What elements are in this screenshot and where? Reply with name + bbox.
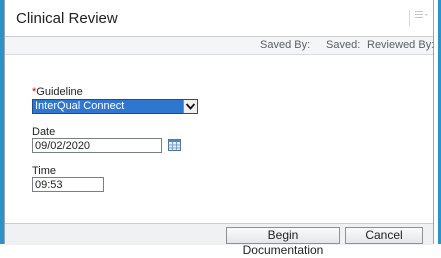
begin-documentation-button[interactable]: Begin Documentation bbox=[226, 227, 340, 257]
hamburger-menu-icon[interactable] bbox=[415, 8, 429, 26]
date-field[interactable]: 09/02/2020 bbox=[32, 138, 162, 153]
reviewed-by-label: Reviewed By: bbox=[367, 39, 435, 51]
chevron-down-icon[interactable] bbox=[183, 100, 197, 113]
guideline-label-text: Guideline bbox=[36, 86, 83, 98]
clinical-review-dialog: Clinical Review Saved By: Saved: Reviewe… bbox=[4, 0, 435, 257]
saved-label: Saved: bbox=[326, 39, 361, 51]
time-field-value: 09:53 bbox=[35, 179, 63, 191]
date-label: Date bbox=[32, 126, 56, 138]
cancel-button[interactable]: Cancel bbox=[345, 227, 423, 244]
header-divider bbox=[409, 10, 410, 26]
dialog-header: Clinical Review bbox=[5, 0, 433, 37]
date-field-value: 09/02/2020 bbox=[35, 140, 91, 152]
status-bar: Saved By: Saved: Reviewed By: bbox=[5, 37, 435, 55]
time-field[interactable]: 09:53 bbox=[32, 177, 104, 192]
dialog-footer: Begin Documentation Cancel bbox=[5, 223, 433, 257]
dialog-title: Clinical Review bbox=[16, 10, 118, 27]
guideline-select-value: InterQual Connect bbox=[35, 100, 125, 112]
time-label: Time bbox=[32, 165, 57, 177]
calendar-icon[interactable] bbox=[168, 138, 181, 151]
guideline-select[interactable]: InterQual Connect bbox=[32, 99, 198, 114]
guideline-label: *Guideline bbox=[32, 86, 83, 98]
saved-by-label: Saved By: bbox=[260, 39, 311, 51]
